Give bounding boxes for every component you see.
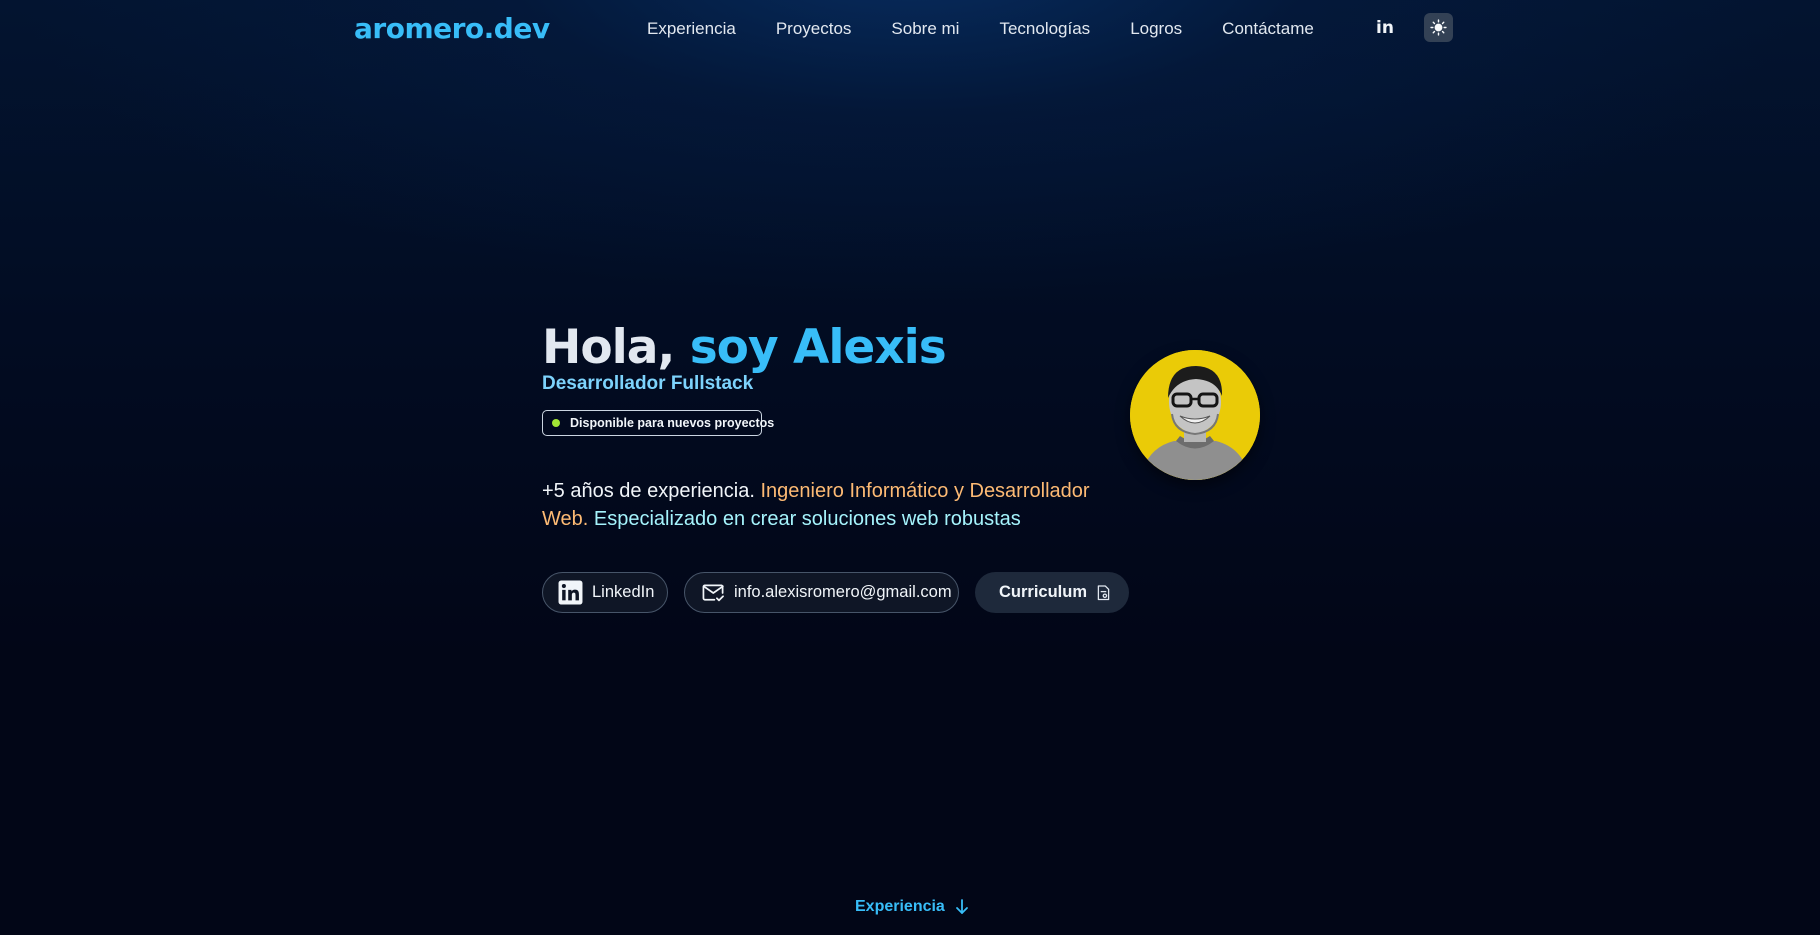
mail-check-icon — [702, 583, 725, 603]
page: aromero.dev Experiencia Proyectos Sobre … — [0, 0, 1820, 935]
availability-badge-label: Disponible para nuevos proyectos — [570, 416, 775, 430]
nav-link-experiencia[interactable]: Experiencia — [647, 19, 736, 39]
nav-link-logros[interactable]: Logros — [1130, 19, 1182, 39]
hero-title: Hola, soy Alexis — [542, 318, 947, 378]
status-dot-icon — [552, 419, 560, 427]
document-icon — [1097, 584, 1110, 601]
linkedin-button[interactable]: LinkedIn — [542, 572, 668, 613]
linkedin-button-label: LinkedIn — [592, 583, 655, 601]
hero-subtitle: Desarrollador Fullstack — [542, 373, 754, 394]
nav-link-contactame[interactable]: Contáctame — [1222, 19, 1314, 39]
hero-title-greeting: Hola, — [542, 320, 675, 375]
curriculum-button-label: Curriculum — [999, 583, 1088, 601]
intro-experience: +5 años de experiencia. — [542, 480, 755, 502]
nav-link-proyectos[interactable]: Proyectos — [776, 19, 852, 39]
nav-link-sobre-mi[interactable]: Sobre mi — [891, 19, 959, 39]
site-logo[interactable]: aromero.dev — [354, 12, 550, 45]
sun-icon — [1430, 19, 1447, 36]
scroll-cue-label: Experiencia — [855, 898, 945, 915]
theme-toggle-button[interactable] — [1424, 13, 1453, 42]
scroll-to-experience-link[interactable]: Experiencia — [855, 898, 969, 916]
main-menu: Experiencia Proyectos Sobre mi Tecnologí… — [647, 19, 1354, 39]
intro-specialty: Especializado en crear soluciones web ro… — [593, 508, 1021, 530]
linkedin-icon — [558, 580, 583, 605]
linkedin-icon[interactable]: in — [1374, 17, 1396, 39]
navbar: aromero.dev Experiencia Proyectos Sobre … — [0, 0, 1820, 58]
email-button-label: info.alexisromero@gmail.com — [734, 583, 952, 601]
hero-title-name: soy Alexis — [689, 320, 947, 375]
nav-link-tecnologias[interactable]: Tecnologías — [999, 19, 1090, 39]
curriculum-button[interactable]: Curriculum — [975, 572, 1129, 613]
email-button[interactable]: info.alexisromero@gmail.com — [684, 572, 959, 613]
hero-intro: +5 años de experiencia. Ingeniero Inform… — [542, 477, 1102, 533]
profile-photo — [1130, 350, 1260, 480]
availability-badge: Disponible para nuevos proyectos — [542, 410, 774, 436]
arrow-down-icon — [955, 899, 969, 915]
